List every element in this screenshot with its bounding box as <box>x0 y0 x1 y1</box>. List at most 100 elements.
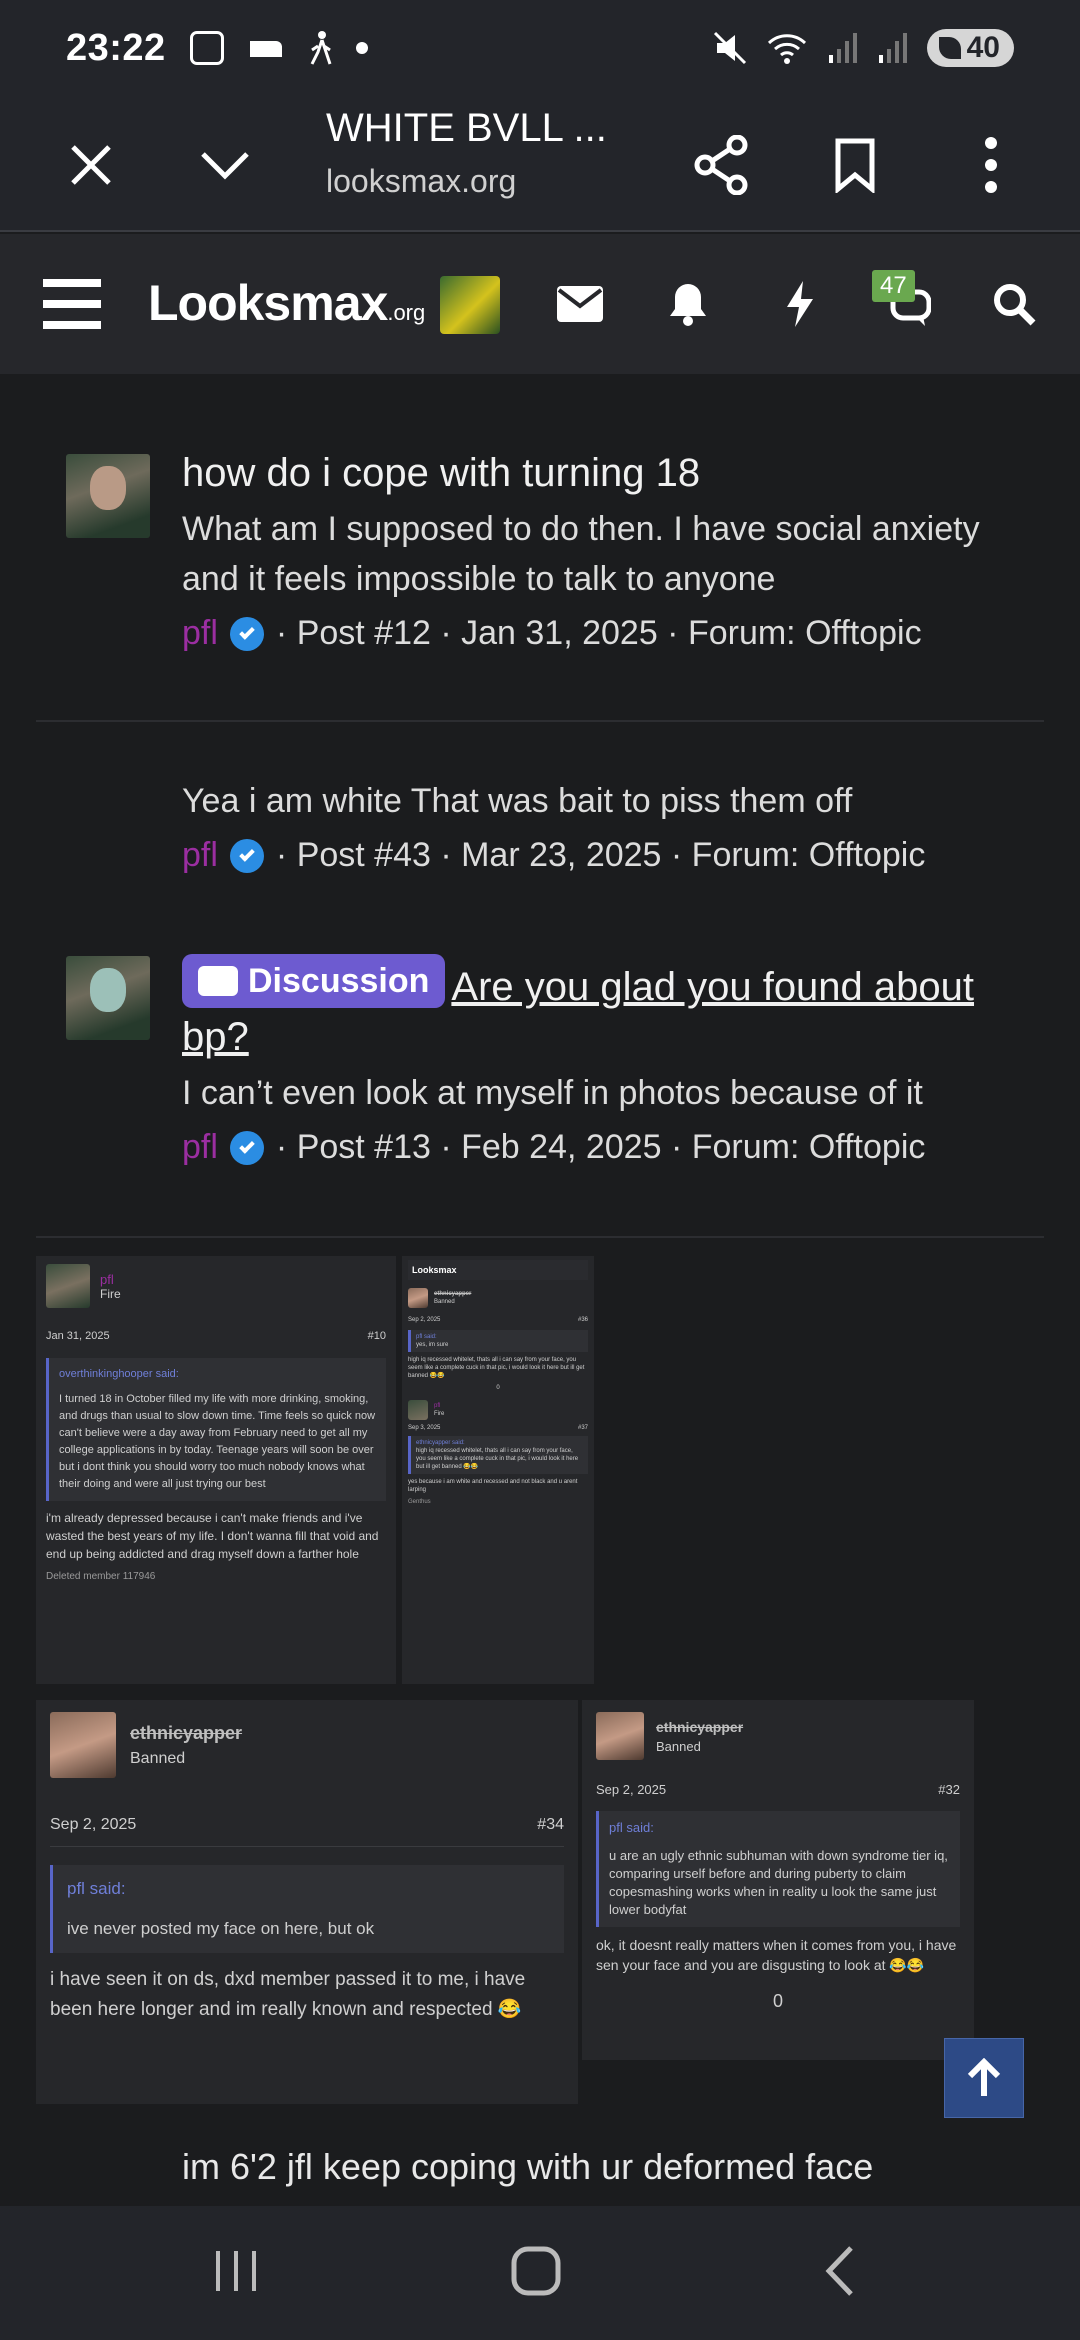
post-quote: overthinkinghooper said: I turned 18 in … <box>46 1358 386 1501</box>
verified-icon <box>229 838 264 873</box>
result-snippet: Yea i am white That was bait to piss the… <box>182 782 853 820</box>
post-number: #32 <box>938 1782 960 1797</box>
mini-logo: Looksmax <box>408 1260 588 1280</box>
site-logo[interactable]: Looksmax.org <box>148 274 425 332</box>
close-icon <box>71 145 111 185</box>
page-title-block[interactable]: WHITE BVLL ... looksmax.org <box>326 106 607 200</box>
mini-quote: ethnicyapper said: high iq recessed white… <box>408 1436 588 1474</box>
back-icon <box>825 2246 853 2296</box>
home-button[interactable] <box>496 2236 576 2306</box>
quote-author: overthinkinghooper said: <box>59 1368 179 1380</box>
search-button[interactable] <box>984 274 1044 334</box>
quote-author: pfl said: <box>67 1879 126 1898</box>
post-role: Banned <box>656 1738 701 1754</box>
verified-icon <box>229 1130 264 1165</box>
post-user: pfl <box>100 1271 114 1287</box>
mini-text: high iq recessed whitelet, thats all i c… <box>408 1357 585 1379</box>
inbox-button[interactable] <box>550 274 610 334</box>
post-text: i'm already depressed because i can't ma… <box>46 1511 379 1561</box>
mini-quote-text: high iq recessed whitelet, thats all i c… <box>416 1448 579 1470</box>
mini-role: Fire <box>434 1411 445 1417</box>
result-snippet: What am I supposed to do then. I have so… <box>182 510 980 598</box>
result-user-link[interactable]: pfl <box>182 836 218 875</box>
page-url: looksmax.org <box>326 163 517 199</box>
whats-new-button[interactable] <box>770 274 830 334</box>
logo-main: Looksmax <box>148 275 388 331</box>
mini-date: Sep 2, 2025 <box>408 1317 441 1323</box>
menu-button[interactable] <box>42 274 102 334</box>
notification-dot-icon <box>355 42 368 54</box>
post-avatar <box>596 1712 644 1760</box>
mini-quote-author: ethnicyapper said: <box>416 1440 465 1446</box>
minimize-button[interactable] <box>180 120 270 210</box>
hamburger-icon <box>43 279 101 329</box>
discussion-tag-label: Discussion <box>248 962 430 1000</box>
post-reaction: Deleted member 117946 <box>46 1571 156 1582</box>
post-votes: 0 <box>772 1991 783 2011</box>
user-avatar[interactable] <box>440 276 500 334</box>
mini-user: ethnicyapper <box>434 1291 472 1297</box>
envelope-icon <box>557 286 603 322</box>
result-meta: pfl · Post #43 · Mar 23, 2025 · Forum: O… <box>182 836 1022 875</box>
mini-votes: 0 <box>496 1385 500 1391</box>
verified-icon <box>229 616 264 651</box>
bookmark-icon <box>835 138 875 193</box>
result-meta-text: · Post #12 · Jan 31, 2025 · Forum: Offto… <box>275 614 922 652</box>
scroll-to-top-button[interactable] <box>944 2038 1024 2118</box>
status-bar: 23:22 40 <box>0 0 1080 96</box>
result-meta: pfl · Post #12 · Jan 31, 2025 · Forum: O… <box>182 614 1022 653</box>
recents-icon <box>216 2251 256 2291</box>
post-number: #10 <box>367 1330 386 1342</box>
result-meta-text: · Post #43 · Mar 23, 2025 · Forum: Offto… <box>275 836 926 874</box>
bell-icon <box>670 284 706 326</box>
more-options-button[interactable] <box>946 120 1036 210</box>
mini-quote-author: pfl said: <box>416 1334 437 1340</box>
system-nav-bar <box>0 2206 1080 2340</box>
bookmark-button[interactable] <box>810 120 900 210</box>
discussion-icon <box>198 966 238 996</box>
post-quote: pfl said: ive never posted my face on he… <box>50 1865 564 1953</box>
recent-apps-button[interactable] <box>196 2236 276 2306</box>
result-title[interactable]: how do i cope with turning 18 <box>182 448 1022 498</box>
result-avatar[interactable] <box>66 454 150 538</box>
site-header: Looksmax.org <box>0 234 1080 374</box>
signal-2-icon <box>878 33 907 63</box>
result-snippet: I can’t even look at myself in photos be… <box>182 1074 923 1112</box>
page-title: WHITE BVLL ... <box>326 106 607 150</box>
mini-text: yes because i am white and recessed and … <box>408 1479 578 1493</box>
result-user-link[interactable]: pfl <box>182 1128 218 1167</box>
share-button[interactable] <box>676 120 766 210</box>
browser-toolbar: WHITE BVLL ... looksmax.org <box>0 96 1080 232</box>
screenshot-post-32: ethnicyapper Banned Sep 2, 2025 #32 pfl s… <box>582 1700 974 2060</box>
arrow-up-icon <box>967 2058 1001 2096</box>
mini-post: #36 <box>577 1317 588 1323</box>
gamepad-icon <box>249 41 282 57</box>
status-time: 23:22 <box>66 26 166 69</box>
more-vertical-icon <box>985 137 997 193</box>
attached-screenshots[interactable]: pfl Fire Jan 31, 2025 #10 overthinkinghoo… <box>36 1256 1044 2106</box>
post-user: ethnicyapper <box>656 1718 744 1735</box>
quote-author: pfl said: <box>609 1820 654 1835</box>
screenshot-phone-thread: Looksmax ethnicyapper Banned Sep 2, 2025 #… <box>402 1256 594 1684</box>
post-number: #34 <box>537 1816 564 1833</box>
logo-suffix: .org <box>387 300 426 325</box>
post-date: Sep 2, 2025 <box>50 1816 137 1833</box>
post-role: Fire <box>100 1286 121 1301</box>
post-role: Banned <box>130 1749 186 1767</box>
result-meta: pfl · Post #13 · Feb 24, 2025 · Forum: O… <box>182 1128 1022 1167</box>
mute-icon <box>713 31 746 65</box>
divider <box>36 720 1044 722</box>
back-button[interactable] <box>800 2236 880 2306</box>
close-tab-button[interactable] <box>46 120 136 210</box>
result-user-link[interactable]: pfl <box>182 614 218 653</box>
post-avatar <box>46 1264 90 1308</box>
quote-text: I turned 18 in October filled my life wi… <box>59 1393 376 1490</box>
screenshot-icon <box>189 31 224 65</box>
conversations-badge: 47 <box>872 270 915 302</box>
post-text: ok, it doesnt really matters when it com… <box>596 1937 957 1973</box>
post-date: Sep 2, 2025 <box>596 1782 667 1797</box>
alerts-button[interactable] <box>658 274 718 334</box>
discussion-tag[interactable]: Discussion <box>182 954 446 1008</box>
result-avatar[interactable] <box>66 956 150 1040</box>
wifi-icon <box>767 34 806 64</box>
